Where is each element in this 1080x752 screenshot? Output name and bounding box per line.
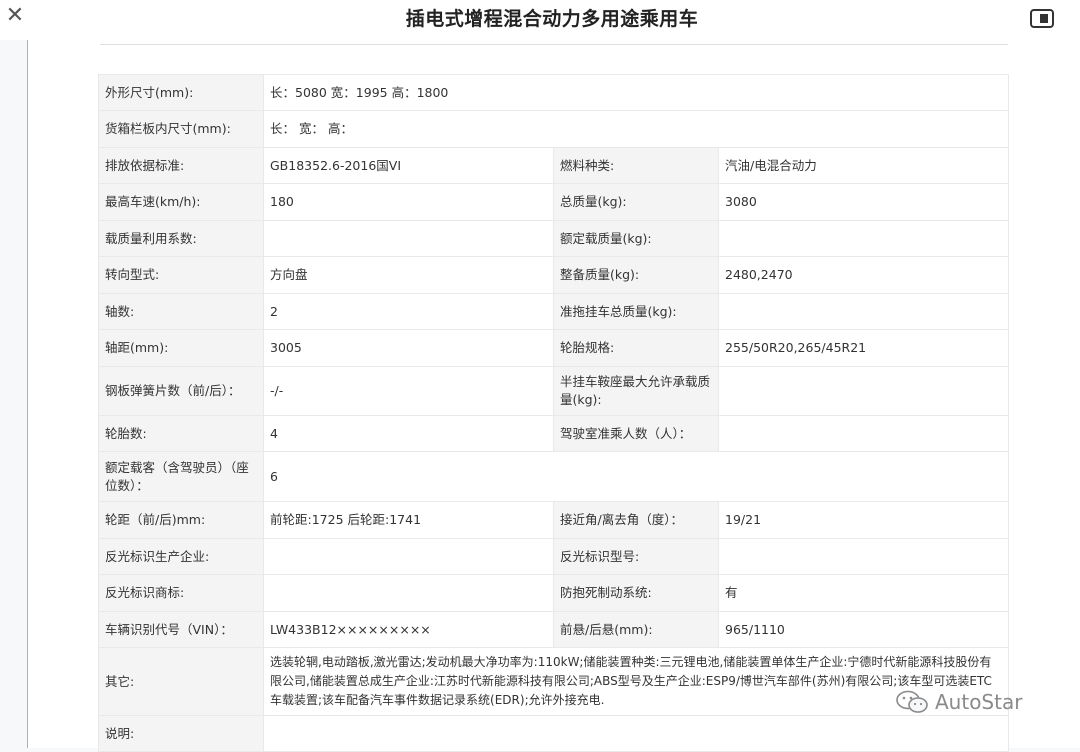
spec-label: 最高车速(km/h): [98, 183, 264, 221]
spec-label: 反光标识型号: [553, 538, 719, 575]
table-row: 外形尺寸(mm): 长：5080 宽：1995 高：1800 [98, 74, 1009, 111]
spec-value: 6 [263, 451, 1009, 502]
spec-label: 整备质量(kg): [553, 256, 719, 294]
spec-value: GB18352.6-2016国VI [263, 147, 554, 184]
watermark: AutoStar [895, 690, 1022, 714]
table-row: 载质量利用系数: 额定载质量(kg): [98, 220, 1009, 257]
spec-value [718, 366, 1009, 416]
spec-label: 接近角/离去角（度）： [553, 501, 719, 539]
spec-label: 额定载质量(kg): [553, 220, 719, 257]
spec-label: 说明: [98, 715, 264, 752]
spec-value [718, 220, 1009, 257]
table-row: 轴数: 2 准拖挂车总质量(kg): [98, 293, 1009, 330]
spec-label: 总质量(kg): [553, 183, 719, 221]
spec-label: 轴数: [98, 293, 264, 330]
table-row: 反光标识商标: 防抱死制动系统: 有 [98, 574, 1009, 612]
wechat-icon [896, 690, 928, 713]
spec-label: 燃料种类: [553, 147, 719, 184]
spec-label: 轴距(mm): [98, 329, 264, 367]
spec-table: 外形尺寸(mm): 长：5080 宽：1995 高：1800 货箱栏板内尺寸(m… [98, 74, 1009, 752]
spec-value [263, 715, 1009, 752]
table-row: 钢板弹簧片数（前/后）： -/- 半挂车鞍座最大允许承载质量(kg): [98, 366, 1009, 416]
table-row: 排放依据标准: GB18352.6-2016国VI 燃料种类: 汽油/电混合动力 [98, 147, 1009, 184]
spec-value: 2 [263, 293, 554, 330]
spec-value [263, 538, 554, 575]
spec-value: 2480,2470 [718, 256, 1009, 294]
spec-label: 载质量利用系数: [98, 220, 264, 257]
watermark-text: AutoStar [935, 690, 1023, 714]
spec-value: 4 [263, 415, 554, 452]
spec-label: 半挂车鞍座最大允许承载质量(kg): [553, 366, 719, 416]
spec-value: -/- [263, 366, 554, 416]
spec-value: 长：5080 宽：1995 高：1800 [263, 74, 1009, 111]
spec-label: 排放依据标准: [98, 147, 264, 184]
reader-mode-button[interactable] [1030, 9, 1054, 28]
spec-value: 255/50R20,265/45R21 [718, 329, 1009, 367]
top-bar: ✕ 插电式增程混合动力多用途乘用车 [0, 0, 1080, 40]
spec-value: 有 [718, 574, 1009, 612]
spec-label: 轮胎规格: [553, 329, 719, 367]
spec-value [263, 220, 554, 257]
spec-value: 方向盘 [263, 256, 554, 294]
spec-value [718, 293, 1009, 330]
table-row: 车辆识别代号（VIN）： LW433B12××××××××× 前悬/后悬(mm)… [98, 611, 1009, 648]
table-row: 最高车速(km/h): 180 总质量(kg): 3080 [98, 183, 1009, 221]
spec-label: 反光标识生产企业: [98, 538, 264, 575]
spec-label: 反光标识商标: [98, 574, 264, 612]
spec-label: 外形尺寸(mm): [98, 74, 264, 111]
spec-label: 钢板弹簧片数（前/后）： [98, 366, 264, 416]
spec-label: 转向型式: [98, 256, 264, 294]
spec-label: 货箱栏板内尺寸(mm): [98, 110, 264, 148]
spec-label: 准拖挂车总质量(kg): [553, 293, 719, 330]
spec-value: LW433B12××××××××× [263, 611, 554, 648]
page-title: 插电式增程混合动力多用途乘用车 [405, 8, 699, 30]
spec-value: 19/21 [718, 501, 1009, 539]
spec-value [263, 574, 554, 612]
spec-value [718, 538, 1009, 575]
table-row: 货箱栏板内尺寸(mm): 长： 宽： 高： [98, 110, 1009, 148]
spec-label: 其它: [98, 647, 264, 716]
spec-value: 180 [263, 183, 554, 221]
spec-value: 965/1110 [718, 611, 1009, 648]
spec-value: 3005 [263, 329, 554, 367]
table-row: 轴距(mm): 3005 轮胎规格: 255/50R20,265/45R21 [98, 329, 1009, 367]
spec-value [718, 415, 1009, 452]
spec-label: 轮距（前/后)mm: [98, 501, 264, 539]
spec-value: 前轮距:1725 后轮距:1741 [263, 501, 554, 539]
table-row: 轮胎数: 4 驾驶室准乘人数（人）： [98, 415, 1009, 452]
table-row: 转向型式: 方向盘 整备质量(kg): 2480,2470 [98, 256, 1009, 294]
spec-value: 汽油/电混合动力 [718, 147, 1009, 184]
spec-label: 前悬/后悬(mm): [553, 611, 719, 648]
spec-label: 驾驶室准乘人数（人）： [553, 415, 719, 452]
spec-value: 长： 宽： 高： [263, 110, 1009, 148]
spec-value: 3080 [718, 183, 1009, 221]
table-row: 额定载客（含驾驶员）（座位数）： 6 [98, 451, 1009, 502]
spec-label: 轮胎数: [98, 415, 264, 452]
table-row: 轮距（前/后)mm: 前轮距:1725 后轮距:1741 接近角/离去角（度）：… [98, 501, 1009, 539]
spec-label: 防抱死制动系统: [553, 574, 719, 612]
divider [100, 44, 1008, 45]
spec-label: 车辆识别代号（VIN）： [98, 611, 264, 648]
spec-label: 额定载客（含驾驶员）（座位数）： [98, 451, 264, 502]
reader-mode-icon [1040, 14, 1048, 23]
document-sheet: 外形尺寸(mm): 长：5080 宽：1995 高：1800 货箱栏板内尺寸(m… [27, 40, 1080, 752]
table-row: 说明: [98, 715, 1009, 752]
table-row: 其它: 选装轮辋,电动踏板,激光雷达;发动机最大净功率为:110kW;储能装置种… [98, 647, 1009, 716]
table-row: 反光标识生产企业: 反光标识型号: [98, 538, 1009, 575]
